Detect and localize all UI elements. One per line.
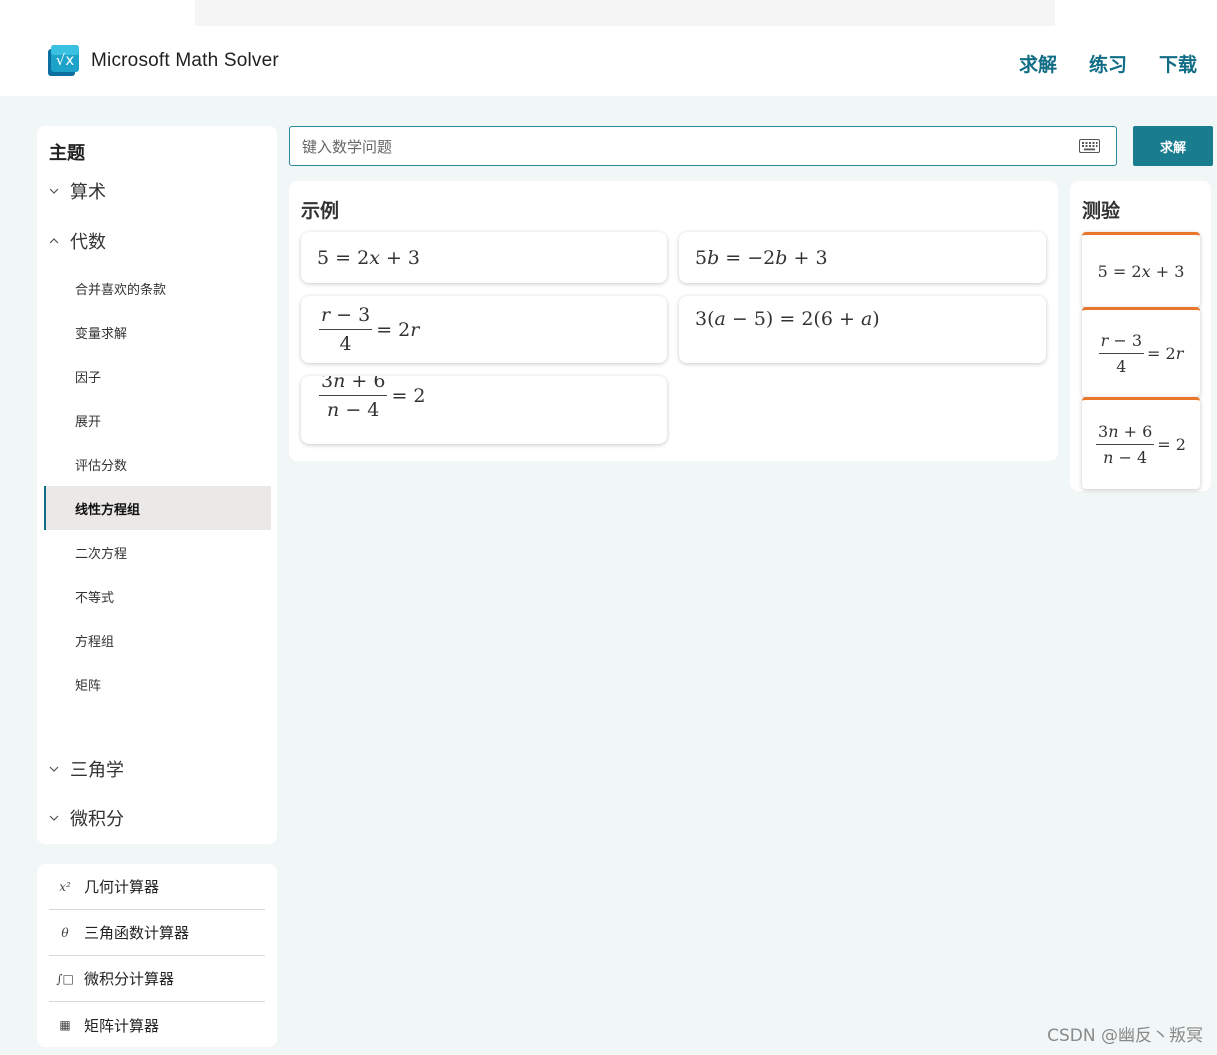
- category-label: 三角学: [70, 760, 124, 781]
- chevron-down-icon: [49, 815, 59, 821]
- quiz-card[interactable]: 5 = 2x + 3: [1082, 232, 1200, 307]
- quiz-card[interactable]: r − 34 = 2r: [1082, 307, 1200, 397]
- theta-icon: θ: [61, 925, 69, 940]
- category-label: 算术: [70, 182, 106, 203]
- quiz-equation: r − 34 = 2r: [1098, 331, 1184, 376]
- top-nav: 求解 练习 下载: [1019, 50, 1197, 77]
- calculators-panel: x² 几何计算器 θ 三角函数计算器 ∫□ 微积分计算器 ▦ 矩阵计算器: [37, 864, 277, 1047]
- sidebar-item-quadratic-equations[interactable]: 二次方程: [44, 530, 271, 574]
- geometry-calculator-link[interactable]: x² 几何计算器: [49, 864, 265, 910]
- quiz-title: 测验: [1082, 200, 1121, 222]
- calculus-calculator-link[interactable]: ∫□ 微积分计算器: [49, 956, 265, 1002]
- example-equation: r − 34 = 2r: [319, 304, 420, 355]
- tool-label: 矩阵计算器: [84, 1016, 160, 1035]
- math-solver-logo-icon[interactable]: √x: [48, 45, 79, 76]
- trig-calculator-link[interactable]: θ 三角函数计算器: [49, 910, 265, 956]
- category-label: 微积分: [70, 809, 124, 830]
- examples-panel: 示例 5 = 2x + 3 5b = −2b + 3 r − 34 = 2r 3…: [289, 181, 1058, 461]
- math-problem-input[interactable]: [302, 135, 1062, 159]
- example-card[interactable]: 3n + 6n − 4 = 2: [301, 376, 667, 444]
- category-trigonometry[interactable]: 三角学: [49, 756, 124, 782]
- sidebar-item-inequalities[interactable]: 不等式: [44, 574, 271, 618]
- example-card[interactable]: 5 = 2x + 3: [301, 232, 667, 283]
- brand-title[interactable]: Microsoft Math Solver: [91, 50, 279, 72]
- sidebar-item-evaluate-fractions[interactable]: 评估分数: [44, 442, 271, 486]
- tool-label: 几何计算器: [84, 878, 160, 896]
- chevron-up-icon: [49, 238, 59, 244]
- category-arithmetic[interactable]: 算术: [49, 178, 106, 204]
- examples-title: 示例: [301, 200, 340, 222]
- nav-practice[interactable]: 练习: [1089, 50, 1127, 77]
- top-strip: [0, 0, 1217, 26]
- svg-text:√x: √x: [56, 51, 75, 69]
- category-label: 代数: [70, 232, 106, 253]
- sidebar-item-combine-like-terms[interactable]: 合并喜欢的条款: [44, 266, 271, 310]
- watermark: CSDN @幽反丶叛冥: [1047, 1026, 1203, 1046]
- integral-icon: ∫□: [56, 971, 74, 986]
- sidebar-item-systems-of-equations[interactable]: 方程组: [44, 618, 271, 662]
- category-calculus[interactable]: 微积分: [49, 805, 124, 831]
- example-equation: 3(a − 5) = 2(6 + a): [695, 308, 880, 330]
- solve-button[interactable]: 求解: [1133, 126, 1213, 166]
- tool-label: 微积分计算器: [84, 970, 175, 988]
- sidebar-item-expand[interactable]: 展开: [44, 398, 271, 442]
- topics-title: 主题: [49, 143, 85, 164]
- chevron-down-icon: [49, 766, 59, 772]
- example-card[interactable]: 5b = −2b + 3: [679, 232, 1046, 283]
- example-card[interactable]: 3(a − 5) = 2(6 + a): [679, 296, 1046, 363]
- x-squared-icon: x²: [59, 879, 71, 894]
- example-equation: 5 = 2x + 3: [317, 246, 420, 269]
- quiz-equation: 5 = 2x + 3: [1097, 261, 1185, 281]
- tool-label: 三角函数计算器: [84, 924, 190, 942]
- sidebar-item-linear-equations[interactable]: 线性方程组: [44, 486, 271, 530]
- nav-download[interactable]: 下载: [1159, 50, 1197, 77]
- math-problem-search: [289, 126, 1117, 166]
- nav-solve[interactable]: 求解: [1019, 50, 1057, 77]
- quiz-equation: 3n + 6n − 4 = 2: [1096, 422, 1186, 467]
- sidebar-item-matrices[interactable]: 矩阵: [44, 662, 271, 706]
- topics-sidebar: 主题 算术 代数 合并喜欢的条款 变量求解 因子 展开 评估分数 线性方程组 二…: [37, 126, 277, 844]
- keyboard-icon[interactable]: [1079, 139, 1100, 153]
- sidebar-item-solve-for-variable[interactable]: 变量求解: [44, 310, 271, 354]
- matrix-calculator-link[interactable]: ▦ 矩阵计算器: [49, 1002, 265, 1048]
- example-card[interactable]: r − 34 = 2r: [301, 296, 667, 363]
- quiz-card[interactable]: 3n + 6n − 4 = 2: [1082, 397, 1200, 489]
- chevron-down-icon: [49, 188, 59, 194]
- header: √x Microsoft Math Solver 求解 练习 下载: [0, 26, 1217, 96]
- matrix-icon: ▦: [59, 1018, 71, 1032]
- sidebar-item-factor[interactable]: 因子: [44, 354, 271, 398]
- quiz-panel: 测验 5 = 2x + 3 r − 34 = 2r 3n + 6n − 4 = …: [1070, 181, 1211, 491]
- category-algebra[interactable]: 代数: [49, 228, 106, 254]
- example-equation: 5b = −2b + 3: [695, 246, 828, 269]
- example-equation: 3n + 6n − 4 = 2: [319, 376, 426, 421]
